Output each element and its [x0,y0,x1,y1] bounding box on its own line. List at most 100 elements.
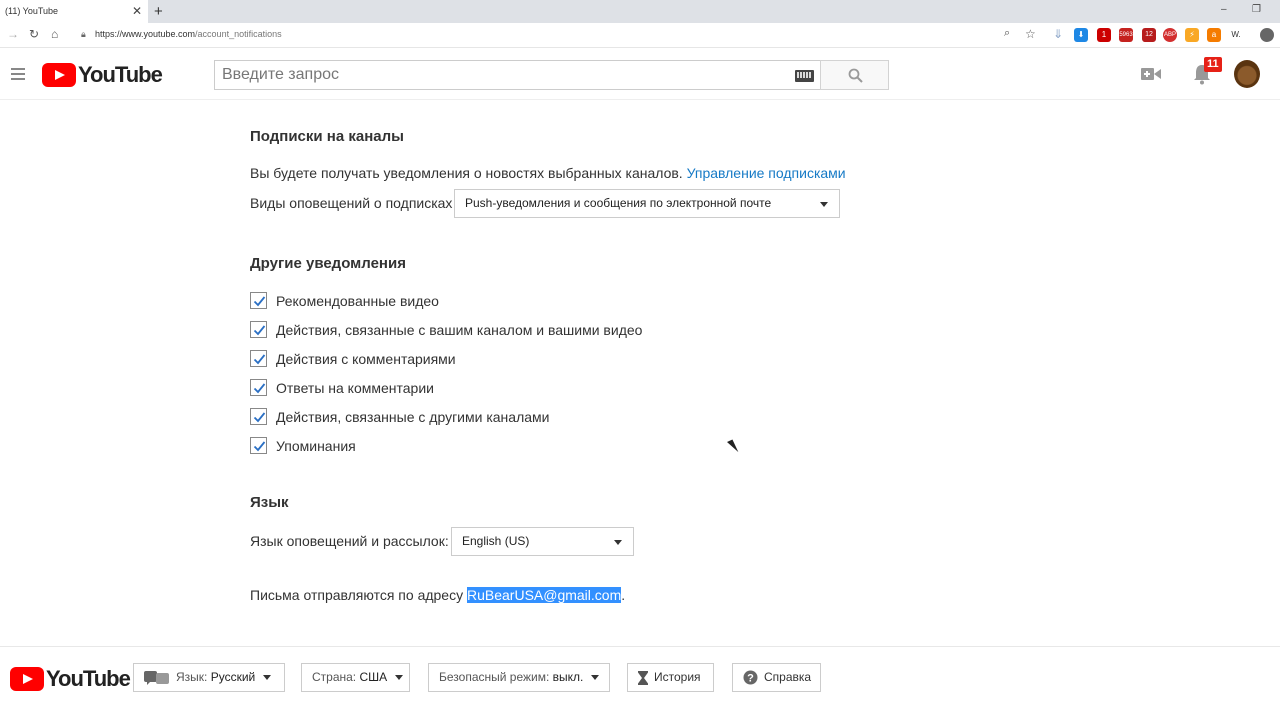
bolt-extension-icon[interactable]: ⚡ [1185,28,1199,42]
youtube-play-icon [42,63,76,87]
tab-title: (11) YouTube [5,6,59,16]
menu-icon[interactable] [11,68,25,80]
calendar-extension-icon[interactable]: 12 [1142,28,1156,42]
new-tab-button[interactable]: + [154,0,163,23]
email-suffix: . [621,587,626,603]
footer: YouTube Язык: Русский Страна: США Безопа… [0,646,1280,720]
url-host: https://www.youtube.com [95,29,196,39]
subscriptions-description-text: Вы будете получать уведомления о новостя… [250,165,683,181]
notification-badge: 11 [1204,57,1222,72]
amazon-extension-icon[interactable]: a [1207,28,1221,42]
keyboard-icon[interactable] [795,70,814,82]
zoom-icon[interactable]: ⌕ [1004,27,1010,40]
checkbox-label: Действия, связанные с другими каналами [276,408,550,425]
chevron-down-icon [820,202,828,207]
language-value: English (US) [462,534,530,548]
profile-avatar-icon[interactable] [1260,28,1274,42]
alert-type-label: Виды оповещений о подписках [250,195,453,211]
browser-tab-bar: (11) YouTube ✕ + – ❐ [0,0,1280,23]
download-extension-icon[interactable]: ⬇ [1074,28,1088,42]
chevron-down-icon [614,540,622,545]
youtube-play-icon [10,667,44,691]
chevron-down-icon [395,675,404,681]
search-button[interactable] [820,60,889,90]
checkmark-icon [253,296,266,307]
checkbox-row[interactable]: Ответы на комментарии [250,379,434,396]
lock-icon: 🔒︎ [81,29,86,39]
upload-video-icon[interactable] [1141,67,1161,81]
checkmark-icon [253,325,266,336]
star-icon[interactable]: ☆ [1025,27,1036,41]
help-label: Справка [764,670,812,684]
gmail-extension-icon[interactable]: 5963 [1119,28,1133,42]
hourglass-icon [638,670,648,685]
w-extension-icon[interactable]: W. [1229,28,1243,42]
red-extension-icon[interactable]: 1 [1097,28,1111,42]
alert-type-select[interactable]: Push-уведомления и сообщения по электрон… [454,189,840,218]
checkbox-row[interactable]: Действия, связанные с вашим каналом и ва… [250,321,642,338]
help-icon: ? [743,670,758,685]
browser-tab[interactable]: (11) YouTube ✕ [0,0,148,23]
checkmark-icon [253,354,266,365]
checkbox-row[interactable]: Рекомендованные видео [250,292,439,309]
reload-icon[interactable]: ↻ [29,27,39,41]
checkbox[interactable] [250,292,267,309]
country-picker-button[interactable]: Страна: США [301,663,410,692]
mouse-cursor-icon [727,439,739,455]
home-icon[interactable]: ⌂ [51,27,58,41]
checkmark-icon [253,441,266,452]
search-box [214,60,820,90]
checkbox[interactable] [250,379,267,396]
checkbox-row[interactable]: Действия с комментариями [250,350,456,367]
youtube-logo[interactable]: YouTube [42,62,163,88]
language-select[interactable]: English (US) [451,527,634,556]
checkbox[interactable] [250,350,267,367]
language-label: Язык оповещений и рассылок: [250,533,449,549]
account-avatar[interactable] [1234,60,1260,88]
country-picker-label: Страна: [312,670,357,684]
help-button[interactable]: ? Справка [732,663,821,692]
search-icon [848,68,863,83]
back-arrow-icon[interactable]: → [7,27,19,41]
email-info: Письма отправляются по адресу RuBearUSA@… [250,587,625,603]
adblock-extension-icon[interactable]: ABP [1163,28,1177,42]
subscriptions-title: Подписки на каналы [250,128,404,145]
email-address[interactable]: RuBearUSA@gmail.com [466,587,622,603]
search-input[interactable] [215,61,775,89]
minimize-button[interactable]: – [1221,0,1227,20]
download-arrow-icon[interactable]: ⇓ [1053,27,1063,41]
url-field[interactable]: 🔒︎ https://www.youtube.com/account_notif… [81,29,282,39]
language-picker-value: Русский [210,670,256,684]
tab-close-icon[interactable]: ✕ [132,0,142,23]
restore-button[interactable]: ❐ [1252,0,1261,20]
address-bar: → ↻ ⌂ 🔒︎ https://www.youtube.com/account… [0,23,1280,48]
subscriptions-description: Вы будете получать уведомления о новостя… [250,165,846,181]
checkbox-label: Упоминания [276,437,356,454]
svg-text:?: ? [747,673,754,685]
checkbox[interactable] [250,408,267,425]
language-picker-label: Язык: [176,670,208,684]
footer-youtube-logo[interactable]: YouTube [10,666,131,692]
alert-type-value: Push-уведомления и сообщения по электрон… [465,196,772,210]
language-title: Язык [250,494,289,511]
language-icon [144,670,169,685]
checkbox[interactable] [250,321,267,338]
checkbox[interactable] [250,437,267,454]
checkmark-icon [253,383,266,394]
checkbox-label: Действия, связанные с вашим каналом и ва… [276,321,643,338]
checkmark-icon [253,412,266,423]
safety-mode-button[interactable]: Безопасный режим: выкл. [428,663,610,692]
checkbox-row[interactable]: Упоминания [250,437,356,454]
history-label: История [654,670,701,684]
url-path: /account_notifications [195,29,282,39]
country-picker-value: США [359,670,388,684]
safety-mode-value: выкл. [552,670,584,684]
manage-subscriptions-link[interactable]: Управление подписками [687,165,846,181]
youtube-wordmark: YouTube [46,666,131,691]
checkbox-label: Ответы на комментарии [276,379,434,396]
checkbox-row[interactable]: Действия, связанные с другими каналами [250,408,549,425]
checkbox-label: Рекомендованные видео [276,292,439,309]
email-prefix: Письма отправляются по адресу [250,587,464,603]
language-picker-button[interactable]: Язык: Русский [133,663,285,692]
history-button[interactable]: История [627,663,714,692]
